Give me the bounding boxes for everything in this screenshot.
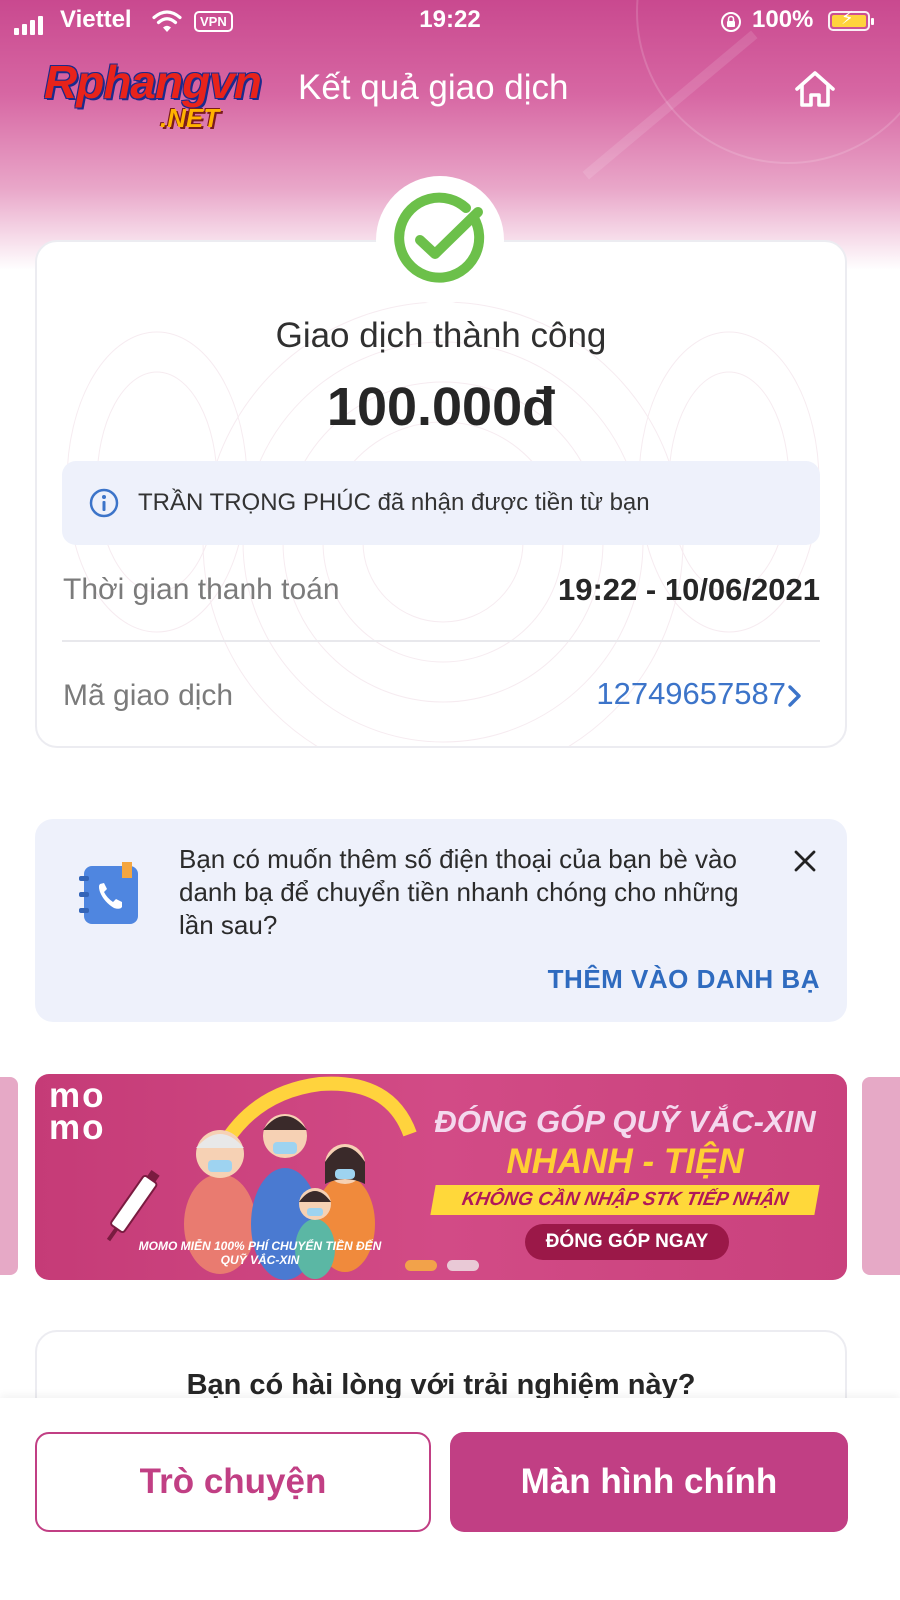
main-screen-button[interactable]: Màn hình chính [450,1432,848,1532]
vaccine-fund-banner[interactable]: mo mo ĐÓNG GÓP QUỸ VẮC-XIN NHANH - TIỆN … [35,1074,847,1280]
phonebook-icon [79,862,138,924]
watermark-text: Rphangvn [44,56,262,108]
transaction-status: Giao dịch thành công [275,316,607,355]
page-title: Kết quả giao dịch [298,68,569,107]
transaction-id-label: Mã giao dịch [63,679,234,712]
divider [62,640,820,642]
watermark-domain: .NET [160,103,220,133]
transaction-id-link[interactable]: 12749657587 [596,676,786,712]
chat-button[interactable]: Trò chuyện [35,1432,431,1532]
payment-time-label: Thời gian thanh toán [63,573,340,606]
add-to-contacts-button[interactable]: THÊM VÀO DANH BẠ [548,964,820,995]
recipient-info: TRẦN TRỌNG PHÚC đã nhận được tiền từ bạn [62,461,820,545]
status-bar: Viettel VPN 19:22 100% ⚡ [0,0,900,44]
banner-strip: KHÔNG CẦN NHẬP STK TIẾP NHẬN [430,1185,820,1215]
close-icon[interactable] [792,848,818,874]
charging-icon: ⚡ [841,8,854,28]
carousel-dot[interactable] [447,1260,479,1271]
banner-subheadline: NHANH - TIỆN [506,1142,744,1181]
payment-time-value: 19:22 - 10/06/2021 [558,572,820,607]
checkmark-icon [394,192,485,283]
next-banner-peek[interactable] [862,1077,900,1275]
add-contact-message: Bạn có muốn thêm số điện thoại của bạn b… [179,844,739,940]
success-badge [376,176,504,304]
chevron-right-icon[interactable] [783,683,805,709]
recipient-info-text: TRẦN TRỌNG PHÚC đã nhận được tiền từ bạn [138,489,650,516]
carousel-dot[interactable] [405,1260,437,1271]
previous-banner-peek[interactable] [0,1077,18,1275]
rotation-lock-icon [721,12,741,32]
info-icon [89,488,119,518]
transaction-amount: 100.000đ [326,377,556,437]
battery-percent: 100% [752,6,814,33]
carousel-dots [405,1260,479,1271]
home-icon[interactable] [793,68,837,110]
banner-headline: ĐÓNG GÓP QUỸ VẮC-XIN [434,1104,816,1139]
donate-now-button[interactable]: ĐÓNG GÓP NGAY [525,1224,729,1260]
watermark-logo: Rphangvn .NET [44,55,314,140]
banner-note: MOMO MIỄN 100% PHÍ CHUYỂN TIỀN ĐẾN QUỸ V… [138,1239,382,1267]
